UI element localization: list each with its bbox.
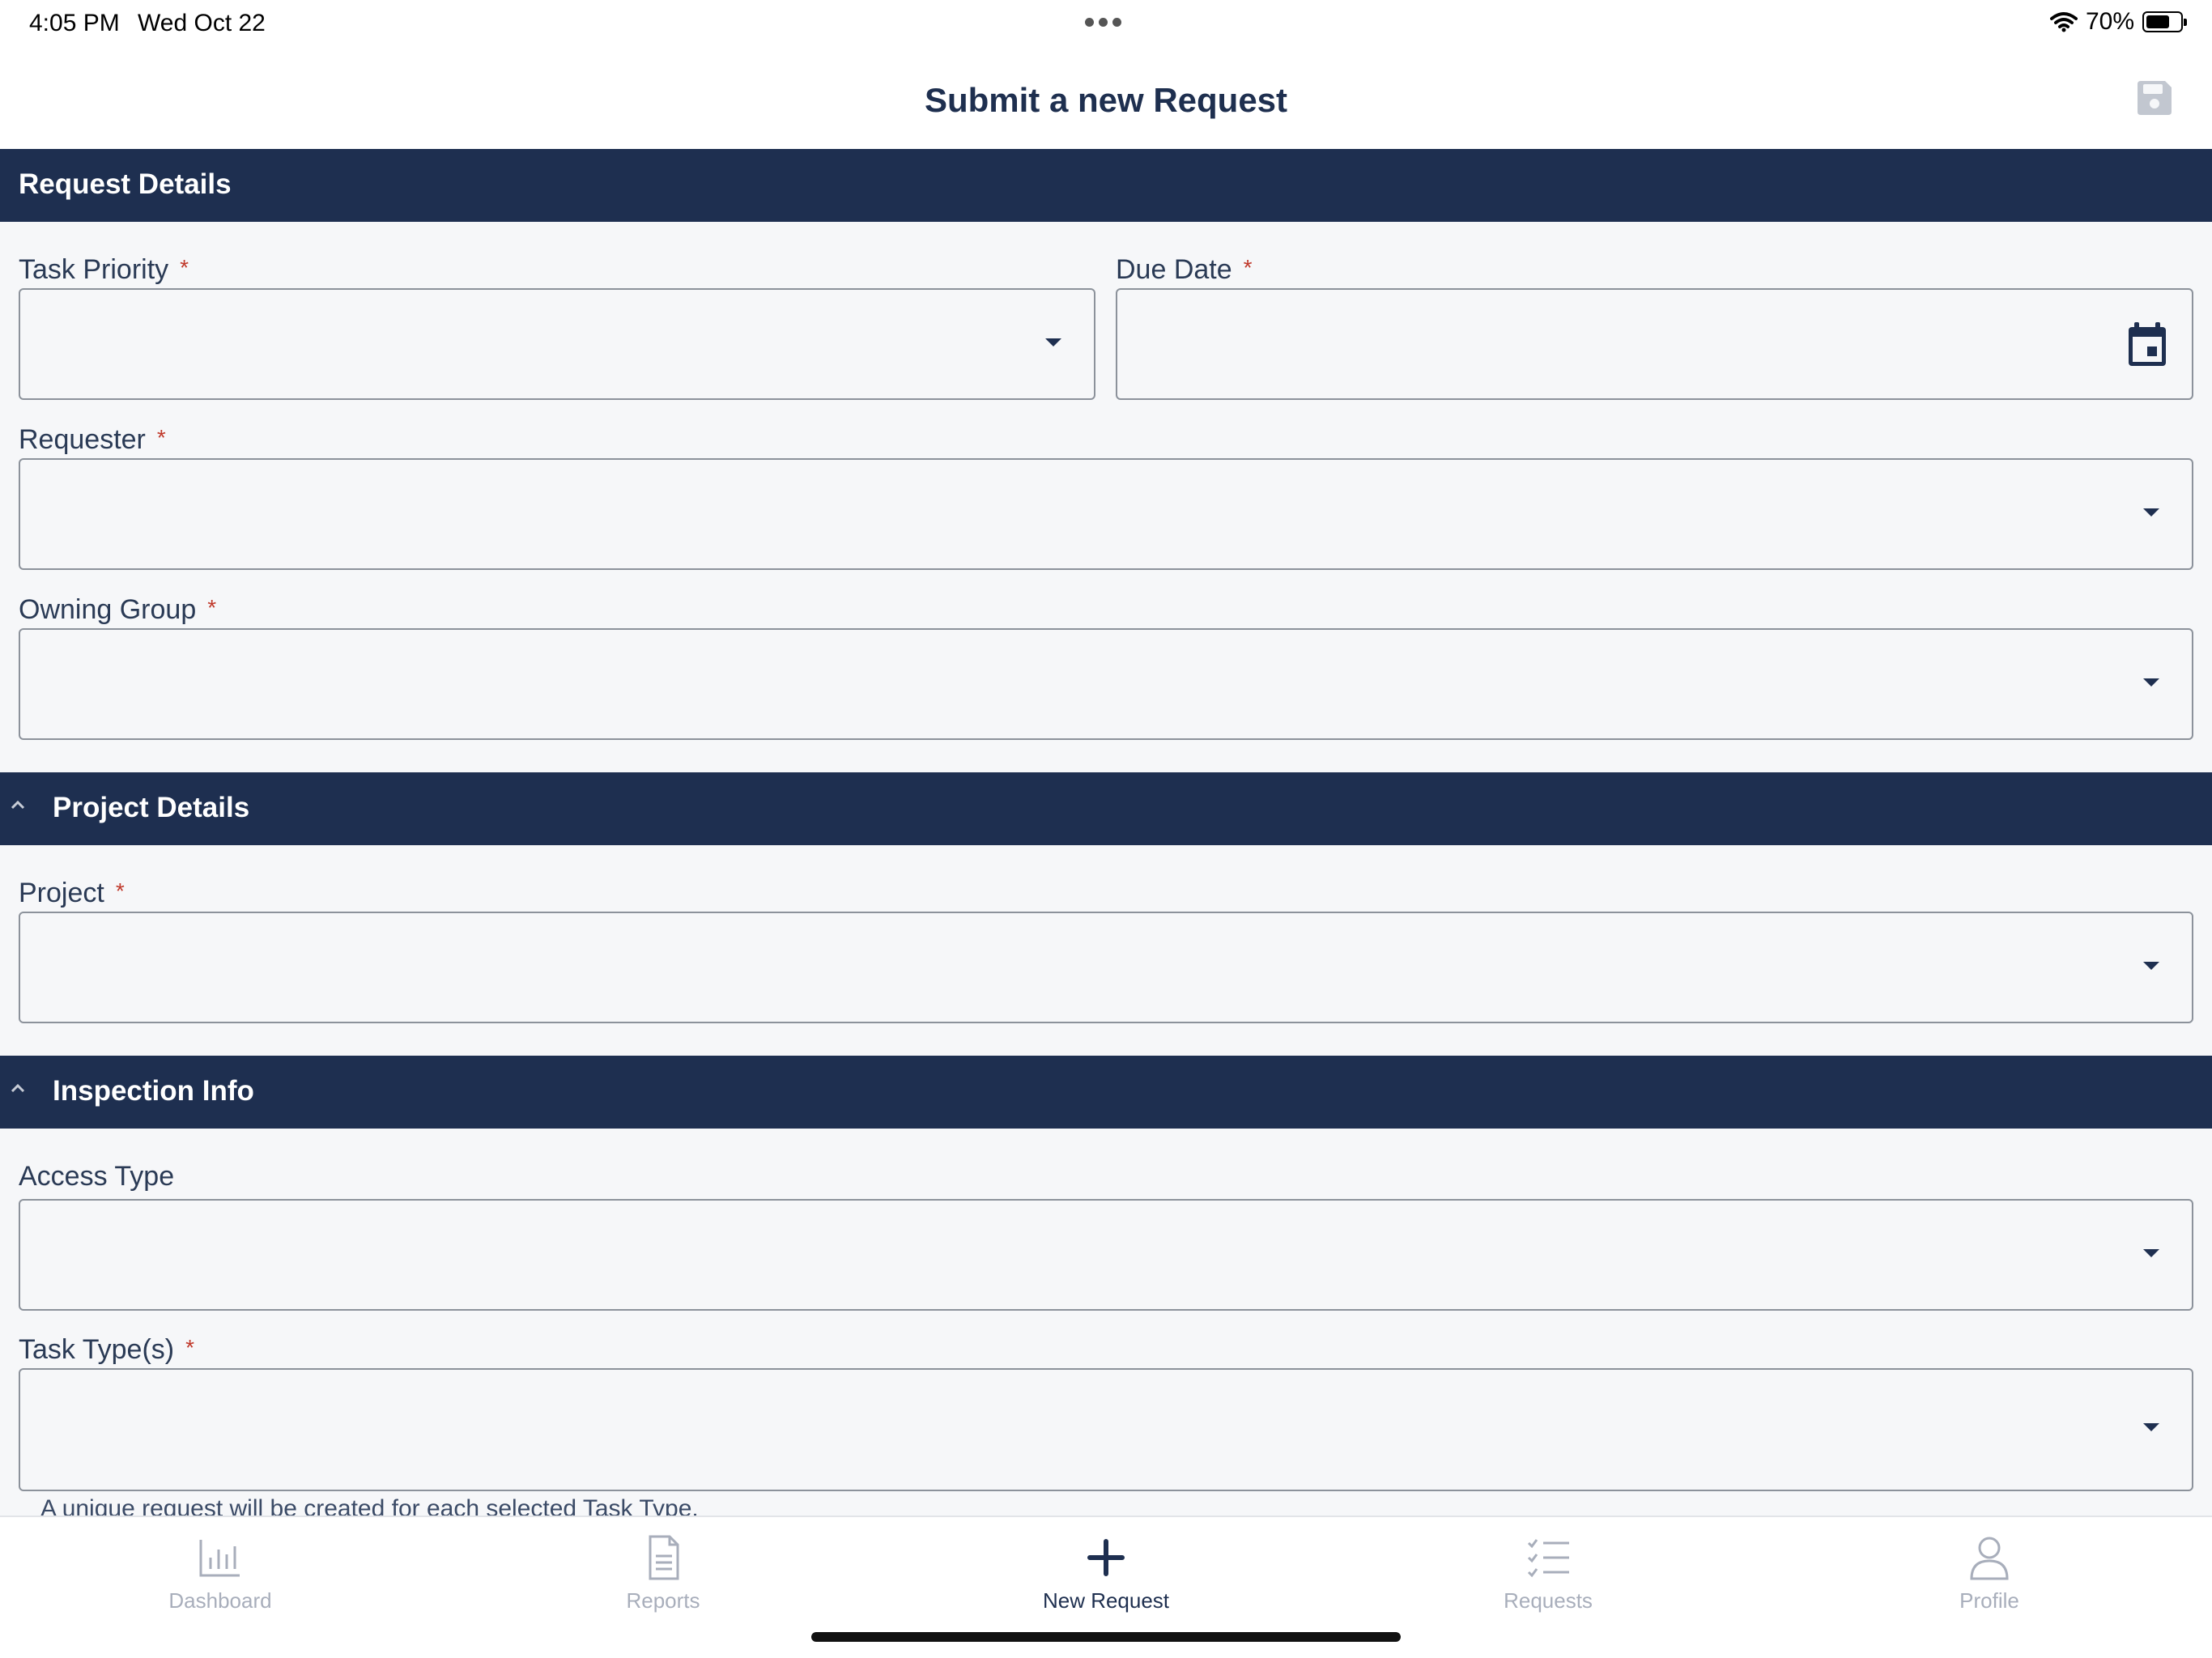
status-bar: 4:05 PM Wed Oct 22 70% [0,0,2212,49]
caret-down-icon [2143,678,2159,687]
owning-group-select[interactable] [19,628,2193,740]
section-title-request-details: Request Details [19,168,232,200]
battery-level [2146,15,2169,28]
person-icon [1970,1537,2009,1580]
access-type-select[interactable] [19,1199,2193,1311]
section-project-details[interactable]: Project Details [0,772,2212,845]
caret-down-icon [2143,962,2159,970]
task-types-label: Task Type(s) * [19,1334,195,1365]
required-marker: * [207,595,217,620]
tab-dashboard[interactable]: Dashboard [99,1533,342,1630]
status-right: 70% [2049,8,2187,36]
tab-label: Reports [626,1588,700,1613]
requester-select[interactable] [19,458,2193,570]
tab-new-request[interactable]: New Request [985,1533,1227,1630]
required-marker: * [156,425,166,450]
app-header: Submit a new Request [0,49,2212,149]
chevron-up-icon[interactable] [8,1078,28,1098]
document-icon [649,1535,679,1580]
checklist-icon [1527,1539,1569,1578]
project-label: Project * [19,878,125,908]
section-request-details: Request Details [0,149,2212,222]
tab-profile[interactable]: Profile [1868,1533,2111,1630]
status-time: 4:05 PM [29,10,120,36]
multitasking-dots-icon[interactable] [1085,18,1121,27]
battery-icon [2142,11,2187,32]
plus-icon [1087,1539,1125,1576]
tab-label: New Request [1042,1588,1170,1613]
tab-label: Requests [1504,1588,1593,1613]
task-types-select[interactable] [19,1368,2193,1491]
required-marker: * [1243,255,1253,280]
battery-percent: 70% [2085,8,2134,35]
tab-requests[interactable]: Requests [1427,1533,1670,1630]
section-title-inspection-info: Inspection Info [53,1075,254,1107]
caret-down-icon [1045,338,1061,346]
wifi-icon [2049,12,2078,32]
required-marker: * [180,255,189,280]
tab-reports[interactable]: Reports [542,1533,785,1630]
access-type-label: Access Type [19,1161,175,1192]
home-indicator[interactable] [811,1632,1401,1642]
project-select[interactable] [19,912,2193,1023]
caret-down-icon [2143,1423,2159,1431]
tab-label: Profile [1959,1588,2019,1613]
calendar-icon[interactable] [2127,322,2167,368]
status-date: Wed Oct 22 [138,10,266,36]
owning-group-label: Owning Group * [19,594,217,625]
bar-chart-icon [199,1540,240,1577]
chevron-up-icon[interactable] [8,795,28,814]
required-marker: * [185,1335,195,1360]
required-marker: * [115,878,125,903]
due-date-label: Due Date * [1116,254,1253,285]
tab-label: Dashboard [168,1588,272,1613]
caret-down-icon [2143,1249,2159,1257]
section-title-project-details: Project Details [53,792,250,823]
caret-down-icon [2143,508,2159,517]
task-priority-label: Task Priority * [19,254,189,285]
page-title: Submit a new Request [924,81,1288,119]
section-inspection-info[interactable]: Inspection Info [0,1056,2212,1129]
task-priority-select[interactable] [19,288,1095,400]
save-icon[interactable] [2134,78,2175,118]
due-date-input[interactable] [1116,288,2193,400]
requester-label: Requester * [19,424,166,455]
